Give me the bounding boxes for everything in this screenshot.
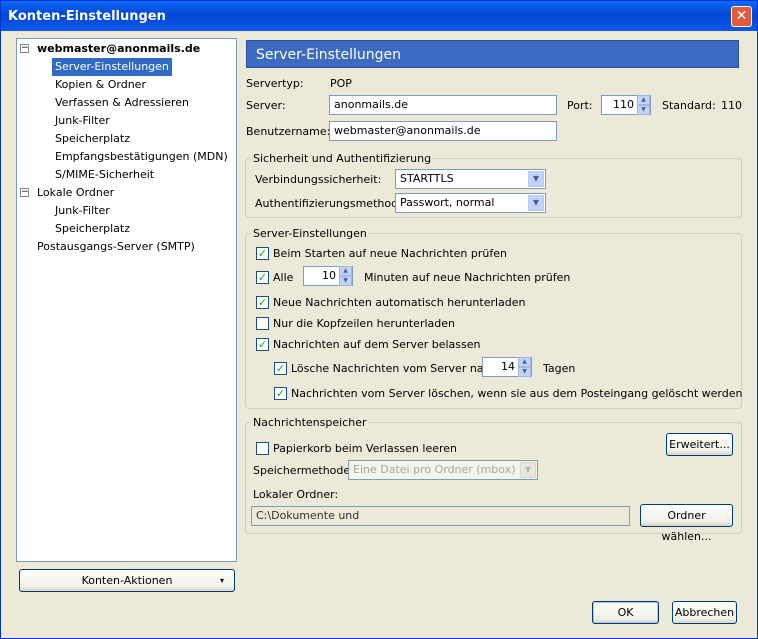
delete-when-removed-checkbox[interactable]: ✓ — [274, 387, 287, 400]
auth-method-value: Passwort, normal — [400, 196, 495, 209]
tree-item-smime[interactable]: S/MIME-Sicherheit — [52, 166, 157, 184]
standard-value: 110 — [721, 99, 742, 112]
storage-method-value: Eine Datei pro Ordner (mbox) — [353, 463, 516, 476]
port-label: Port: — [567, 99, 593, 112]
connection-security-label: Verbindungssicherheit: — [255, 173, 382, 186]
tree-item-copies[interactable]: Kopien & Ordner — [52, 76, 149, 94]
auth-method-select[interactable]: Passwort, normal ▼ — [395, 193, 546, 213]
tree-item-local-junk[interactable]: Junk-Filter — [52, 202, 113, 220]
tree-item-mdn[interactable]: Empfangsbestätigungen (MDN) — [52, 148, 231, 166]
chevron-down-icon: ▼ — [520, 462, 536, 478]
collapse-account-icon[interactable]: − — [20, 44, 29, 53]
chevron-down-icon: ▼ — [528, 195, 544, 211]
title-bar: Konten-Einstellungen ✕ — [1, 1, 757, 31]
dialog-window: Konten-Einstellungen ✕ − webmaster@anonm… — [0, 0, 758, 639]
tree-smtp[interactable]: Postausgangs-Server (SMTP) — [34, 238, 198, 256]
chevron-down-icon: ▼ — [528, 171, 544, 187]
account-tree: − webmaster@anonmails.de Server-Einstell… — [16, 38, 237, 562]
tree-item-local-disk[interactable]: Speicherplatz — [52, 220, 133, 238]
empty-trash-checkbox[interactable] — [256, 442, 269, 455]
tree-item-server-settings[interactable]: Server-Einstellungen — [52, 58, 172, 76]
minutes-spinner[interactable]: ▲ ▼ — [339, 266, 352, 286]
headers-only-checkbox[interactable] — [256, 317, 269, 330]
storage-legend: Nachrichtenspeicher — [251, 416, 369, 429]
leave-on-server-label: Nachrichten auf dem Server belassen — [273, 338, 481, 351]
check-every-label: Alle — [273, 271, 294, 284]
auto-download-checkbox[interactable]: ✓ — [256, 296, 269, 309]
storage-method-select[interactable]: Eine Datei pro Ordner (mbox) ▼ — [348, 460, 538, 480]
dropdown-arrow-icon: ▾ — [219, 576, 224, 585]
username-input[interactable]: webmaster@anonmails.de — [329, 121, 557, 141]
check-every-checkbox[interactable]: ✓ — [256, 271, 269, 284]
tree-item-disk[interactable]: Speicherplatz — [52, 130, 133, 148]
auto-download-label: Neue Nachrichten automatisch herunterlad… — [273, 296, 526, 309]
delete-after-checkbox[interactable]: ✓ — [274, 362, 287, 375]
username-label: Benutzername: — [246, 125, 331, 138]
ok-button[interactable]: OK — [592, 601, 659, 624]
days-label: Tagen — [543, 362, 576, 375]
delete-when-removed-label: Nachrichten vom Server löschen, wenn sie… — [291, 387, 743, 400]
leave-on-server-checkbox[interactable]: ✓ — [256, 338, 269, 351]
days-spinner[interactable]: ▲ ▼ — [518, 357, 531, 377]
choose-folder-button[interactable]: Ordner wählen... — [640, 504, 733, 543]
check-every-suffix: Minuten auf neue Nachrichten prüfen — [364, 271, 571, 284]
servertype-label: Servertyp: — [246, 77, 304, 90]
storage-method-label: Speichermethode: — [253, 464, 354, 477]
auth-method-label: Authentifizierungsmethode: — [255, 197, 409, 210]
check-startup-checkbox[interactable]: ✓ — [256, 247, 269, 260]
connection-security-select[interactable]: STARTTLS ▼ — [395, 169, 546, 189]
tree-item-compose[interactable]: Verfassen & Adressieren — [52, 94, 192, 112]
check-startup-label: Beim Starten auf neue Nachrichten prüfen — [273, 247, 507, 260]
collapse-local-icon[interactable]: − — [20, 188, 29, 197]
local-folder-input[interactable]: C:\Dokumente und Einstellungen\console\A… — [251, 506, 630, 526]
tree-account[interactable]: webmaster@anonmails.de — [34, 40, 203, 58]
window-title: Konten-Einstellungen — [8, 9, 166, 24]
server-input[interactable]: anonmails.de — [329, 95, 557, 115]
local-folder-label: Lokaler Ordner: — [253, 488, 339, 501]
security-legend: Sicherheit und Authentifizierung — [251, 152, 434, 165]
servertype-value: POP — [330, 77, 352, 90]
tree-local-folders[interactable]: Lokale Ordner — [34, 184, 117, 202]
delete-after-label: Lösche Nachrichten vom Server nach — [291, 362, 497, 375]
account-actions-label: Konten-Aktionen — [81, 574, 173, 587]
close-icon[interactable]: ✕ — [731, 6, 752, 27]
account-actions-button[interactable]: Konten-Aktionen ▾ — [19, 569, 235, 592]
headers-only-label: Nur die Kopfzeilen herunterladen — [273, 317, 455, 330]
advanced-button[interactable]: Erweitert... — [666, 433, 733, 456]
standard-label: Standard: — [662, 99, 716, 112]
server-settings-legend: Server-Einstellungen — [251, 227, 369, 240]
cancel-button[interactable]: Abbrechen — [672, 601, 737, 624]
connection-security-value: STARTTLS — [400, 172, 454, 185]
page-title: Server-Einstellungen — [246, 40, 739, 68]
port-spinner[interactable]: ▲ ▼ — [637, 95, 650, 115]
tree-item-junk[interactable]: Junk-Filter — [52, 112, 113, 130]
server-label: Server: — [246, 99, 286, 112]
empty-trash-label: Papierkorb beim Verlassen leeren — [273, 442, 458, 455]
